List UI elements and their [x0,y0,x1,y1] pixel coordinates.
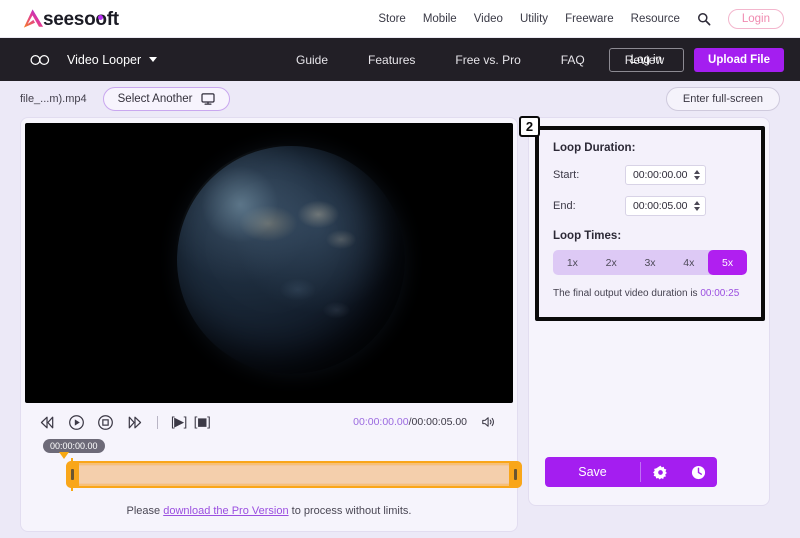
player-controls: [▶] [◼] 00:00:00.00/00:00:05.00 [21,407,517,437]
loop-times-option-2x[interactable]: 2x [592,250,631,275]
gear-icon [652,465,667,480]
settings-button[interactable] [641,457,679,487]
monitor-icon [201,93,216,105]
step-badge-2: 2 [519,116,540,137]
time-readout: 00:00:00.00/00:00:05.00 [353,416,467,428]
play-icon[interactable] [68,414,85,431]
final-duration-note: The final output video duration is 00:00… [553,288,747,299]
player-panel: [▶] [◼] 00:00:00.00/00:00:05.00 00:00:00… [20,117,522,532]
start-time-value: 00:00:00.00 [633,169,688,181]
top-header-bar: seesooft Store Mobile Video Utility Free… [0,0,800,38]
topnav-item-resource[interactable]: Resource [631,13,680,25]
final-note-prefix: The final output video duration is [553,288,701,299]
loop-times-selector: 1x 2x 3x 4x 5x [553,250,747,275]
end-stepper[interactable] [694,201,701,211]
product-label: Video Looper [67,52,142,67]
select-another-button[interactable]: Select Another [102,87,231,111]
stepper-up-icon[interactable] [694,170,701,174]
stop-icon[interactable] [97,414,114,431]
nav-item-faq[interactable]: FAQ [561,53,585,67]
loop-times-option-5x[interactable]: 5x [708,250,747,275]
pro-note-prefix: Please [126,505,164,517]
loop-times-option-1x[interactable]: 1x [553,250,592,275]
rewind-frame-icon[interactable] [39,414,56,431]
nav-item-guide[interactable]: Guide [296,53,328,67]
trim-handle-grip [514,469,517,480]
save-button[interactable]: Save [545,457,640,487]
controls-divider [157,415,158,429]
product-nav-bar: Video Looper Guide Features Free vs. Pro… [0,38,800,81]
settings-panel: 2 Loop Duration: Start: 00:00:00.00 End:… [519,116,770,506]
set-start-point-button[interactable]: [▶] [171,414,187,430]
end-field-row: End: 00:00:05.00 [553,196,747,216]
search-icon[interactable] [697,12,711,26]
clock-icon [691,465,705,479]
chevron-down-icon [149,57,158,62]
set-end-point-button[interactable]: [◼] [194,414,211,430]
final-duration-value: 00:00:25 [700,288,740,299]
forward-frame-icon[interactable] [126,414,143,431]
loop-times-option-3x[interactable]: 3x [631,250,670,275]
log-in-button[interactable]: Log in [608,47,685,72]
volume-icon[interactable] [481,415,497,429]
video-preview[interactable] [25,123,513,403]
product-nav-actions: Log in Upload File [608,47,784,72]
select-another-label: Select Another [117,93,193,105]
timeline-trim-range[interactable] [66,461,522,488]
enter-fullscreen-button[interactable]: Enter full-screen [665,87,780,111]
nav-item-free-vs-pro[interactable]: Free vs. Pro [455,53,520,67]
brand-logo[interactable]: seesooft [22,6,119,31]
start-label: Start: [553,169,580,181]
topnav-item-mobile[interactable]: Mobile [423,13,457,25]
save-action-group: Save [545,457,717,487]
end-time-value: 00:00:05.00 [633,200,688,212]
trim-handle-start[interactable] [66,461,79,488]
end-label: End: [553,200,576,212]
trim-handle-grip [71,469,74,480]
aiseesoft-a-logo-icon [23,9,44,28]
topnav-item-store[interactable]: Store [378,13,406,25]
file-name: file_...m).mp4 [20,93,87,105]
trim-range-fill [78,465,510,484]
playhead-time-tooltip: 00:00:00.00 [43,439,105,459]
infinity-loop-icon [30,54,50,65]
timeline[interactable]: 00:00:00.00 [21,437,522,499]
pro-note-suffix: to process without limits. [288,505,412,517]
topnav-item-freeware[interactable]: Freeware [565,13,614,25]
start-time-input[interactable]: 00:00:00.00 [625,165,707,185]
total-time: 00:00:05.00 [411,416,467,428]
loop-duration-title: Loop Duration: [553,142,636,154]
product-selector[interactable]: Video Looper [67,52,158,67]
upload-file-button[interactable]: Upload File [694,47,784,72]
trim-handle-end[interactable] [509,461,522,488]
video-frame-earth-globe [175,144,407,376]
file-toolbar: file_...m).mp4 Select Another Enter full… [0,81,800,117]
loop-times-option-4x[interactable]: 4x [669,250,708,275]
stepper-down-icon[interactable] [694,176,701,180]
download-pro-version-link[interactable]: download the Pro Version [163,505,288,517]
topnav-item-utility[interactable]: Utility [520,13,548,25]
stepper-up-icon[interactable] [694,201,701,205]
login-button[interactable]: Login [727,9,784,29]
stepper-down-icon[interactable] [694,207,701,211]
history-button[interactable] [679,457,717,487]
end-time-input[interactable]: 00:00:05.00 [625,196,707,216]
nav-item-features[interactable]: Features [368,53,415,67]
start-stepper[interactable] [694,170,701,180]
top-nav: Store Mobile Video Utility Freeware Reso… [378,0,784,38]
start-field-row: Start: 00:00:00.00 [553,165,747,185]
topnav-item-video[interactable]: Video [474,13,503,25]
brand-name: seesooft [43,9,119,30]
pro-version-note: Please download the Pro Version to proce… [21,499,517,531]
loop-times-title: Loop Times: [553,230,622,242]
current-time: 00:00:00.00 [353,416,409,428]
loop-duration-box: 2 Loop Duration: Start: 00:00:00.00 End:… [519,116,765,321]
main-content: [▶] [◼] 00:00:00.00/00:00:05.00 00:00:00… [0,116,800,532]
